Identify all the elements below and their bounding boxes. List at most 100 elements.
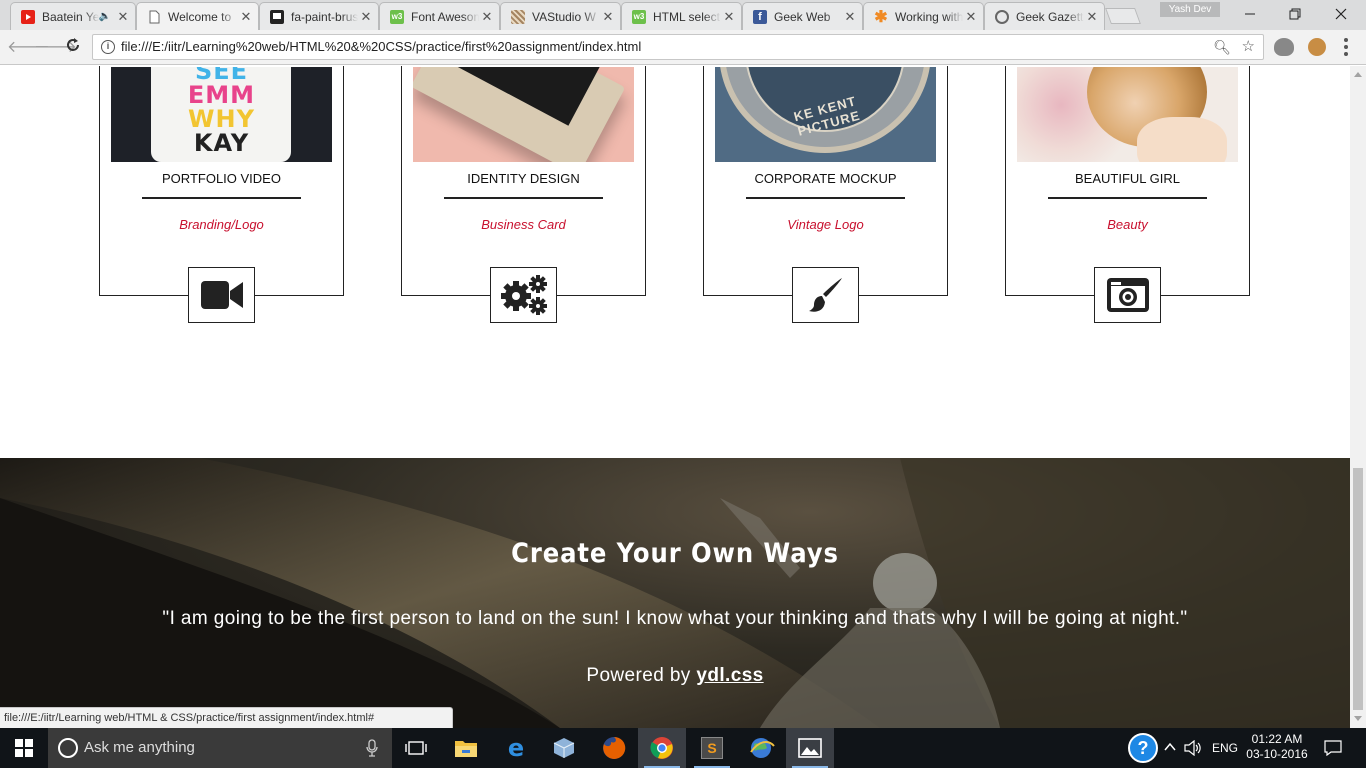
tab-geek-gazette[interactable]: Geek Gazette ✕ [984,2,1105,30]
forward-button[interactable]: 🡒 [34,37,77,59]
tab-title: Geek Gazette [1016,9,1084,24]
portfolio-card[interactable]: KE KENT PICTURE CORPORATE MOCKUP Vintage… [703,66,948,323]
footer-quote: "I am going to be the first person to la… [162,608,1188,629]
chrome-button[interactable] [638,728,686,768]
gears-icon[interactable] [490,267,557,323]
start-button[interactable] [0,728,48,768]
card-category: Vintage Logo [787,217,864,232]
scroll-down-arrow-icon[interactable] [1354,716,1362,721]
help-icon[interactable]: ? [1128,733,1158,763]
extension-icon[interactable] [1274,38,1294,56]
card-title: CORPORATE MOCKUP [754,171,897,186]
speaker-icon[interactable]: 🔈 [99,11,111,22]
divider [746,197,905,199]
tab-title: Geek Web [774,9,831,24]
close-icon[interactable]: ✕ [721,9,737,25]
globe-icon [750,738,775,758]
camera-icon[interactable] [1094,267,1161,323]
firefox-button[interactable] [590,728,638,768]
app-cube-button[interactable] [540,728,588,768]
close-window-button[interactable] [1318,0,1363,28]
tab-vastudio[interactable]: VAStudio W ✕ [500,2,621,30]
card-title: BEAUTIFUL GIRL [1075,171,1180,186]
clock-time: 01:22 AM [1251,732,1303,746]
paint-brush-icon[interactable] [792,267,859,323]
close-icon[interactable]: ✕ [115,9,131,25]
microphone-icon [366,739,378,757]
windows-taskbar: Ask me anything e S ? ENG 01:22 AM 03-10… [0,728,1366,768]
tab-title: Welcome to [168,9,232,24]
cookie-icon[interactable] [1308,38,1326,56]
clock[interactable]: 01:22 AM 03-10-2016 [1242,732,1312,762]
close-icon[interactable]: ✕ [479,9,495,25]
back-button[interactable]: 🡐 [7,37,50,59]
w3schools-icon: w3 [390,9,404,24]
menu-icon[interactable] [1343,37,1349,57]
close-icon[interactable]: ✕ [600,9,616,25]
close-icon[interactable]: ✕ [1084,9,1100,25]
info-icon[interactable]: i [101,40,115,54]
flag-icon [270,9,284,24]
cube-icon [553,738,575,758]
video-camera-icon[interactable] [188,267,255,323]
star-icon[interactable]: ☆ [1242,35,1255,59]
photos-button[interactable] [786,728,834,768]
sublime-icon: S [701,737,723,759]
zoom-search-icon[interactable]: 🔍︎ [1213,35,1231,59]
tshirt-thumbnail: SEE EMM WHY KAY [111,67,332,162]
sublime-button[interactable]: S [688,728,736,768]
task-view-button[interactable] [392,728,440,768]
task-view-icon [405,741,427,755]
pattern-icon [511,9,525,24]
tab-html-select[interactable]: w3 HTML select ✕ [621,2,742,30]
close-icon[interactable]: ✕ [963,9,979,25]
cortana-search-box[interactable]: Ask me anything [48,728,392,768]
tab-fa-paint-brush[interactable]: fa-paint-brush ✕ [259,2,379,30]
restore-icon [1289,8,1300,20]
tab-welcome[interactable]: Welcome to ✕ [136,2,259,30]
new-tab-button[interactable] [1105,8,1141,24]
notifications-icon [1324,740,1342,756]
portfolio-card[interactable]: IDENTITY DESIGN Business Card [401,66,646,323]
clock-date: 03-10-2016 [1246,747,1308,761]
profile-button[interactable]: Yash Dev [1160,2,1220,17]
ydl-css-link[interactable]: ydl.css [696,665,763,686]
tab-baatein[interactable]: Baatein Ye 🔈 ✕ [10,2,136,30]
portfolio-card[interactable]: BEAUTIFUL GIRL Beauty [1005,66,1250,323]
vertical-scrollbar[interactable] [1350,66,1366,728]
close-icon[interactable]: ✕ [358,9,374,25]
cortana-icon [58,738,78,758]
address-text: file:///E:/iitr/Learning%20web/HTML%20&%… [121,39,642,54]
edge-button[interactable]: e [492,728,540,768]
close-icon[interactable]: ✕ [238,9,254,25]
status-url-bubble: file:///E:/iitr/Learning web/HTML & CSS/… [0,707,453,728]
browser-tab-strip: Baatein Ye 🔈 ✕ Welcome to ✕ fa-paint-bru… [0,0,1366,30]
tab-title: HTML select [653,9,720,24]
language-indicator[interactable]: ENG [1212,741,1238,755]
tab-title: Working with [895,9,963,24]
scroll-up-arrow-icon[interactable] [1354,72,1362,77]
powered-by: Powered by ydl.css [586,665,764,686]
minimize-button[interactable] [1227,0,1272,28]
divider [444,197,603,199]
reload-button[interactable] [62,37,84,59]
card-title: PORTFOLIO VIDEO [162,171,281,186]
portrait-thumbnail [1017,67,1238,162]
address-bar[interactable]: i file:///E:/iitr/Learning%20web/HTML%20… [92,34,1264,60]
portfolio-card[interactable]: SEE EMM WHY KAY PORTFOLIO VIDEO Branding… [99,66,344,323]
tab-font-awesome[interactable]: w3 Font Awesome ✕ [379,2,500,30]
scrollbar-thumb[interactable] [1353,468,1363,710]
page-viewport: SEE EMM WHY KAY PORTFOLIO VIDEO Branding… [0,66,1350,728]
reload-icon [67,38,79,51]
tab-geek-web[interactable]: f Geek Web ✕ [742,2,863,30]
tab-title: VAStudio W [532,9,596,24]
file-explorer-button[interactable] [442,728,490,768]
tab-working-with[interactable]: ✱ Working with ✕ [863,2,984,30]
system-tray: ? ENG 01:22 AM 03-10-2016 [1124,728,1366,768]
globe-app-button[interactable] [738,728,786,768]
chevron-up-icon [1164,742,1176,751]
close-icon[interactable]: ✕ [842,9,858,25]
minimize-icon [1244,13,1255,15]
maximize-button[interactable] [1272,0,1317,28]
document-icon [147,10,161,24]
